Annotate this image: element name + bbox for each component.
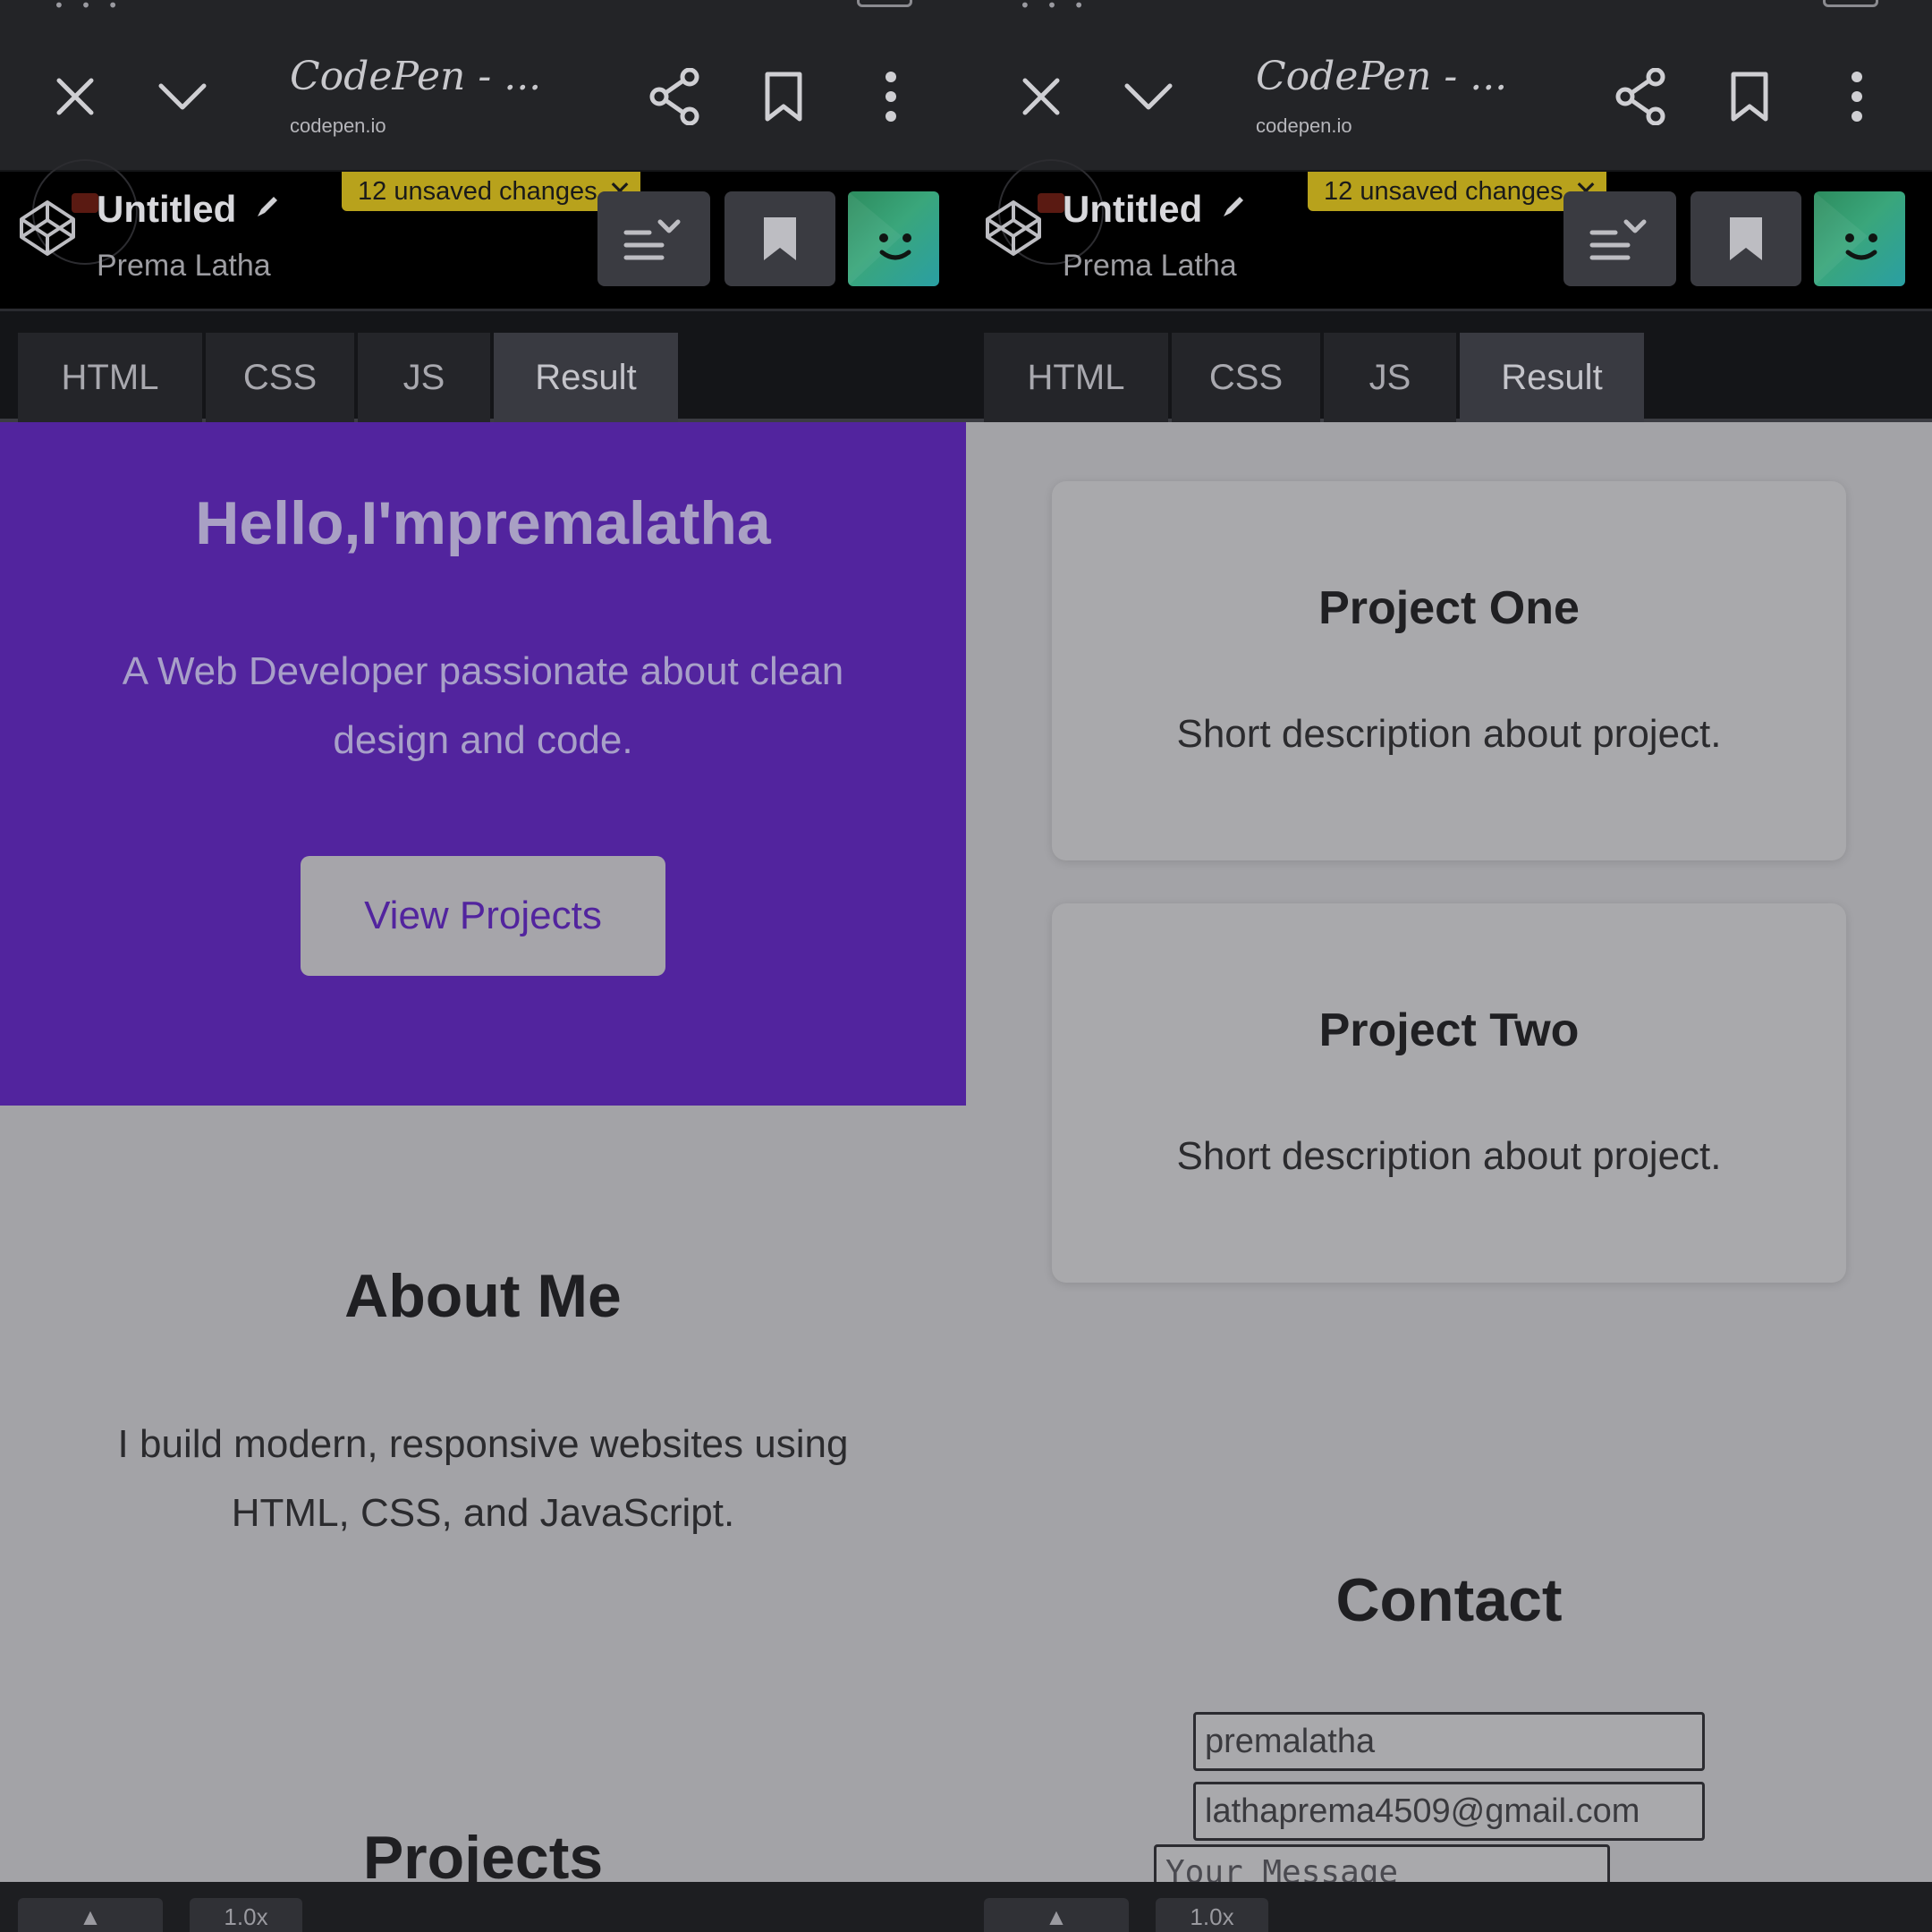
scroll-up-button[interactable]: ▲ [984,1898,1129,1932]
tab-css[interactable]: CSS [1172,333,1320,422]
hero-title: Hello,I'mpremalatha [195,489,771,557]
close-icon[interactable] [1009,64,1073,129]
bookmark-filled-icon [764,217,796,260]
browser-url: codepen.io [290,114,386,137]
zoom-button[interactable]: 1.0x [190,1898,302,1932]
save-pen-button[interactable] [724,191,835,286]
email-input[interactable]: lathaprema4509@gmail.com [1193,1782,1705,1841]
layout-button[interactable] [597,191,710,286]
codepen-header: Untitled Prema Latha 12 unsaved changes … [966,159,1932,311]
chevron-down-icon[interactable] [150,64,215,129]
status-bar: • • • [0,0,966,16]
about-text: I build modern, responsive websites usin… [117,1422,849,1535]
project-card: Project One Short description about proj… [1052,481,1846,860]
codepen-logo-icon[interactable] [984,199,1043,258]
avatar[interactable] [848,191,939,286]
indicator-mark [72,193,98,213]
close-icon[interactable] [43,64,107,129]
bookmark-icon[interactable] [1717,64,1782,129]
indicator-mark [1038,193,1064,213]
unsaved-changes-badge[interactable]: 12 unsaved changes ✕ [342,172,641,211]
chevron-down-icon[interactable] [1116,64,1181,129]
project-title: Project Two [1318,1004,1580,1056]
tab-css[interactable]: CSS [206,333,354,422]
pen-author[interactable]: Prema Latha [97,249,271,284]
pen-title[interactable]: Untitled [1063,188,1202,231]
bookmark-icon[interactable] [751,64,816,129]
browser-toolbar: CodePen - ... codepen.io [966,13,1932,172]
project-description: Short description about project. [1176,712,1722,756]
codepen-logo-icon[interactable] [18,199,77,258]
editor-tabs: HTML CSS JS Result [966,311,1932,422]
project-description: Short description about project. [1176,1134,1722,1178]
battery-icon [1823,0,1878,7]
tab-js[interactable]: JS [358,333,490,422]
share-icon[interactable] [643,64,708,129]
codepen-header: Untitled Prema Latha 12 unsaved changes … [0,159,966,311]
tab-html[interactable]: HTML [18,333,202,422]
tab-js[interactable]: JS [1324,333,1456,422]
hero-section: Hello,I'mpremalatha A Web Developer pass… [0,422,966,1106]
more-vert-icon[interactable] [859,64,923,129]
pencil-icon[interactable] [1220,193,1247,225]
message-textarea[interactable]: Your Message [1154,1844,1610,1882]
editor-tabs: HTML CSS JS Result [0,311,966,422]
avatar[interactable] [1814,191,1905,286]
layout-icon [1589,219,1647,260]
tab-result[interactable]: Result [1460,333,1644,422]
save-pen-button[interactable] [1690,191,1801,286]
bottom-toolbar: ▲ 1.0x [0,1882,966,1932]
pen-title[interactable]: Untitled [97,188,236,231]
project-card: Project Two Short description about proj… [1052,903,1846,1283]
bookmark-filled-icon [1730,217,1762,260]
layout-button[interactable] [1563,191,1676,286]
hero-subtitle: A Web Developer passionate about clean d… [122,649,844,762]
arrow-up-icon: ▲ [79,1903,102,1930]
bottom-toolbar: ▲ 1.0x [966,1882,1932,1932]
view-projects-button[interactable]: View Projects [301,856,665,976]
tab-result[interactable]: Result [494,333,678,422]
result-preview[interactable]: Hello,I'mpremalatha A Web Developer pass… [0,422,966,1882]
avatar-icon [1814,191,1877,286]
browser-url: codepen.io [1256,114,1352,137]
arrow-up-icon: ▲ [1045,1903,1068,1930]
contact-title: Contact [1335,1566,1563,1634]
browser-tab-title: CodePen - ... [1256,54,1508,99]
pen-author[interactable]: Prema Latha [1063,249,1237,284]
projects-title: Projects [362,1824,604,1882]
project-title: Project One [1318,582,1580,634]
more-vert-icon[interactable] [1825,64,1889,129]
unsaved-changes-label: 12 unsaved changes [1324,176,1563,206]
name-input[interactable]: premalatha [1193,1712,1705,1771]
unsaved-changes-label: 12 unsaved changes [358,176,597,206]
layout-icon [623,219,681,260]
browser-tab-title: CodePen - ... [290,54,542,99]
avatar-icon [848,191,911,286]
right-pane: • • • CodePen - ... codepen.io Untitled [966,0,1932,1932]
share-icon[interactable] [1609,64,1674,129]
about-title: About Me [344,1262,622,1330]
tab-html[interactable]: HTML [984,333,1168,422]
status-bar: • • • [966,0,1932,16]
result-preview[interactable]: Project One Short description about proj… [966,422,1932,1882]
pencil-icon[interactable] [254,193,281,225]
unsaved-changes-badge[interactable]: 12 unsaved changes ✕ [1308,172,1607,211]
browser-toolbar: CodePen - ... codepen.io [0,13,966,172]
left-pane: • • • CodePen - ... codepen.io Untitled [0,0,966,1932]
battery-icon [857,0,912,7]
scroll-up-button[interactable]: ▲ [18,1898,163,1932]
zoom-button[interactable]: 1.0x [1156,1898,1268,1932]
